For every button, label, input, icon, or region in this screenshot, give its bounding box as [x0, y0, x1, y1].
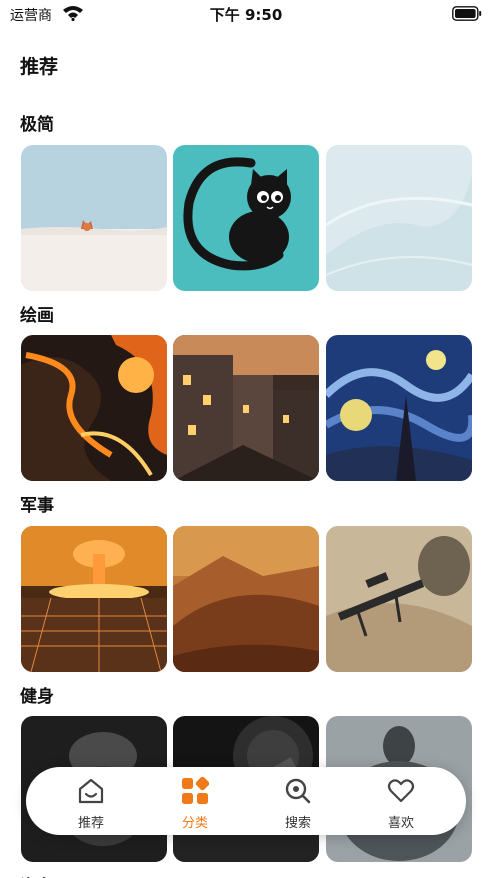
category-icon — [182, 777, 209, 804]
starry-night-image — [326, 335, 472, 481]
desert-mountain-image — [173, 526, 319, 672]
tab-search[interactable]: 搜索 — [258, 767, 338, 835]
page-title: 推荐 — [20, 56, 59, 78]
wallpaper-thumbnail[interactable] — [326, 526, 472, 672]
heart-icon — [387, 779, 415, 803]
city-street-image — [173, 335, 319, 481]
minimal-fox-image — [21, 145, 167, 291]
tab-favorites[interactable]: 喜欢 — [361, 767, 441, 835]
status-bar: 运营商 下午 9:50 — [0, 0, 492, 30]
tab-recommend[interactable]: 推荐 — [51, 767, 131, 835]
tab-search-label: 搜索 — [284, 816, 311, 831]
section-title-painting: 绘画 — [20, 306, 54, 326]
tab-category-label: 分类 — [181, 816, 208, 831]
wallpaper-thumbnail[interactable] — [173, 526, 319, 672]
wallpaper-thumbnail[interactable] — [173, 335, 319, 481]
sniper-soldier-image — [326, 526, 472, 672]
battery-icon — [452, 6, 482, 21]
search-icon — [285, 778, 311, 804]
tab-category[interactable]: 分类 — [155, 767, 235, 835]
wallpaper-thumbnail[interactable] — [21, 526, 167, 672]
section-title-military: 军事 — [20, 496, 54, 516]
section-title-cars: 汽车 — [20, 872, 54, 878]
home-icon — [78, 778, 104, 804]
section-title-fitness: 健身 — [20, 687, 54, 707]
wallpaper-thumbnail[interactable] — [21, 335, 167, 481]
bottom-tab-bar: 推荐 分类 搜索 喜欢 — [26, 767, 466, 835]
clock: 下午 9:50 — [209, 6, 283, 24]
explosion-image — [21, 526, 167, 672]
section-title-minimal: 极简 — [20, 115, 54, 135]
wallpaper-thumbnail[interactable] — [326, 145, 472, 291]
wallpaper-thumbnail[interactable] — [326, 335, 472, 481]
dragon-fire-image — [21, 335, 167, 481]
tab-recommend-label: 推荐 — [77, 816, 104, 831]
abstract-waves-image — [326, 145, 472, 291]
tab-favorites-label: 喜欢 — [387, 816, 414, 831]
wallpaper-thumbnail[interactable] — [173, 145, 319, 291]
black-cat-image — [173, 145, 319, 291]
wallpaper-thumbnail[interactable] — [21, 145, 167, 291]
